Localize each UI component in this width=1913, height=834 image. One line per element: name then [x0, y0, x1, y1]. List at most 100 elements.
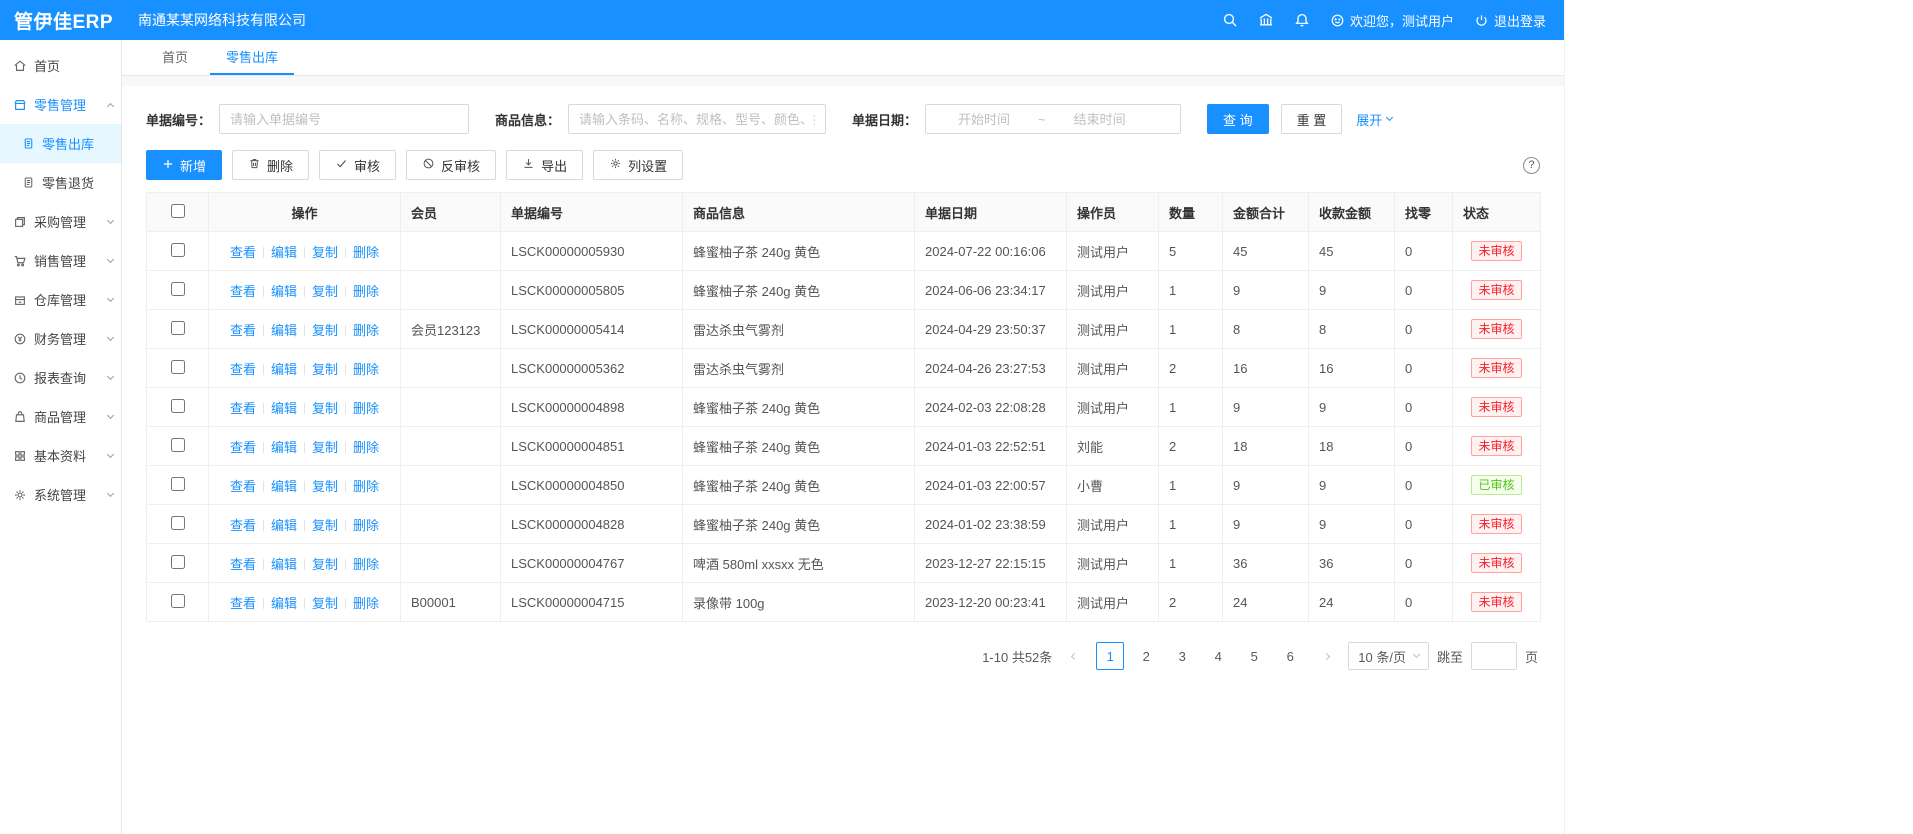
delete-link[interactable]: 删除 — [353, 401, 379, 416]
add-button[interactable]: 新增 — [146, 150, 222, 180]
document-icon — [22, 176, 35, 189]
help-icon[interactable]: ? — [1523, 157, 1540, 174]
row-checkbox[interactable] — [171, 516, 185, 530]
edit-link[interactable]: 编辑 — [271, 479, 297, 494]
page-size-select[interactable]: 10 条/页 — [1348, 642, 1429, 670]
delete-link[interactable]: 删除 — [353, 440, 379, 455]
view-link[interactable]: 查看 — [230, 323, 256, 338]
date-range-picker[interactable]: ~ — [925, 104, 1181, 134]
unaudit-button[interactable]: 反审核 — [406, 150, 496, 180]
sidebar-item-base-data[interactable]: 基本资料 — [0, 436, 121, 475]
tab-home[interactable]: 首页 — [146, 40, 204, 75]
delete-link[interactable]: 删除 — [353, 479, 379, 494]
row-checkbox[interactable] — [171, 399, 185, 413]
prev-page-button[interactable] — [1060, 642, 1088, 670]
row-checkbox[interactable] — [171, 438, 185, 452]
row-checkbox[interactable] — [171, 243, 185, 257]
page-button-3[interactable]: 3 — [1168, 642, 1196, 670]
view-link[interactable]: 查看 — [230, 245, 256, 260]
sidebar-item-retail-outbound[interactable]: 零售出库 — [0, 124, 121, 163]
delete-link[interactable]: 删除 — [353, 518, 379, 533]
row-checkbox[interactable] — [171, 321, 185, 335]
copy-link[interactable]: 复制 — [312, 479, 338, 494]
sidebar-item-goods-mgmt[interactable]: 商品管理 — [0, 397, 121, 436]
copy-link[interactable]: 复制 — [312, 284, 338, 299]
tab-retail-outbound[interactable]: 零售出库 — [210, 40, 294, 75]
view-link[interactable]: 查看 — [230, 440, 256, 455]
change-cell: 0 — [1395, 505, 1453, 544]
expand-link[interactable]: 展开 — [1356, 110, 1392, 129]
product-input[interactable] — [568, 104, 826, 134]
row-checkbox[interactable] — [171, 360, 185, 374]
copy-link[interactable]: 复制 — [312, 518, 338, 533]
copy-link[interactable]: 复制 — [312, 401, 338, 416]
delete-link[interactable]: 删除 — [353, 245, 379, 260]
delete-link[interactable]: 删除 — [353, 284, 379, 299]
sidebar-item-warehouse-mgmt[interactable]: 仓库管理 — [0, 280, 121, 319]
copy-link[interactable]: 复制 — [312, 440, 338, 455]
edit-link[interactable]: 编辑 — [271, 401, 297, 416]
edit-link[interactable]: 编辑 — [271, 440, 297, 455]
row-checkbox[interactable] — [171, 594, 185, 608]
view-link[interactable]: 查看 — [230, 362, 256, 377]
copy-link[interactable]: 复制 — [312, 596, 338, 611]
delete-link[interactable]: 删除 — [353, 362, 379, 377]
row-checkbox[interactable] — [171, 282, 185, 296]
edit-link[interactable]: 编辑 — [271, 362, 297, 377]
date-start-input[interactable] — [934, 112, 1034, 127]
jump-input[interactable] — [1471, 642, 1517, 670]
power-icon — [1474, 13, 1489, 28]
copy-link[interactable]: 复制 — [312, 245, 338, 260]
delete-link[interactable]: 删除 — [353, 557, 379, 572]
edit-link[interactable]: 编辑 — [271, 245, 297, 260]
edit-link[interactable]: 编辑 — [271, 284, 297, 299]
view-link[interactable]: 查看 — [230, 479, 256, 494]
logout-button[interactable]: 退出登录 — [1474, 11, 1546, 30]
row-checkbox[interactable] — [171, 477, 185, 491]
edit-link[interactable]: 编辑 — [271, 323, 297, 338]
audit-button[interactable]: 审核 — [319, 150, 396, 180]
page-button-5[interactable]: 5 — [1240, 642, 1268, 670]
sidebar-item-label: 商品管理 — [34, 407, 86, 426]
sidebar-item-retail-return[interactable]: 零售退货 — [0, 163, 121, 202]
delete-button[interactable]: 删除 — [232, 150, 309, 180]
search-button[interactable]: 查 询 — [1207, 104, 1269, 134]
view-link[interactable]: 查看 — [230, 401, 256, 416]
page-button-4[interactable]: 4 — [1204, 642, 1232, 670]
sidebar-item-retail-mgmt[interactable]: 零售管理 — [0, 85, 121, 124]
order-no-input[interactable] — [219, 104, 469, 134]
export-button[interactable]: 导出 — [506, 150, 583, 180]
bell-icon[interactable] — [1294, 12, 1310, 28]
sidebar-item-sales-mgmt[interactable]: 销售管理 — [0, 241, 121, 280]
view-link[interactable]: 查看 — [230, 557, 256, 572]
page-button-6[interactable]: 6 — [1276, 642, 1304, 670]
view-link[interactable]: 查看 — [230, 284, 256, 299]
date-end-input[interactable] — [1050, 112, 1150, 127]
bank-icon[interactable] — [1258, 12, 1274, 28]
edit-link[interactable]: 编辑 — [271, 518, 297, 533]
reset-button[interactable]: 重 置 — [1281, 104, 1343, 134]
edit-link[interactable]: 编辑 — [271, 557, 297, 572]
page-button-2[interactable]: 2 — [1132, 642, 1160, 670]
row-checkbox[interactable] — [171, 555, 185, 569]
delete-link[interactable]: 删除 — [353, 596, 379, 611]
select-all-checkbox[interactable] — [171, 204, 185, 218]
copy-link[interactable]: 复制 — [312, 323, 338, 338]
view-link[interactable]: 查看 — [230, 518, 256, 533]
sidebar-item-report-query[interactable]: 报表查询 — [0, 358, 121, 397]
sidebar-item-finance-mgmt[interactable]: 财务管理 — [0, 319, 121, 358]
sidebar-item-purchase-mgmt[interactable]: 采购管理 — [0, 202, 121, 241]
status-badge: 未审核 — [1471, 319, 1521, 339]
copy-link[interactable]: 复制 — [312, 557, 338, 572]
sidebar-item-home[interactable]: 首页 — [0, 46, 121, 85]
sidebar-item-system-mgmt[interactable]: 系统管理 — [0, 475, 121, 514]
search-icon[interactable] — [1222, 12, 1238, 28]
page-button-1[interactable]: 1 — [1096, 642, 1124, 670]
copy-link[interactable]: 复制 — [312, 362, 338, 377]
view-link[interactable]: 查看 — [230, 596, 256, 611]
next-page-button[interactable] — [1312, 642, 1340, 670]
column-settings-button[interactable]: 列设置 — [593, 150, 683, 180]
edit-link[interactable]: 编辑 — [271, 596, 297, 611]
welcome-user[interactable]: 欢迎您，测试用户 — [1330, 11, 1454, 30]
delete-link[interactable]: 删除 — [353, 323, 379, 338]
